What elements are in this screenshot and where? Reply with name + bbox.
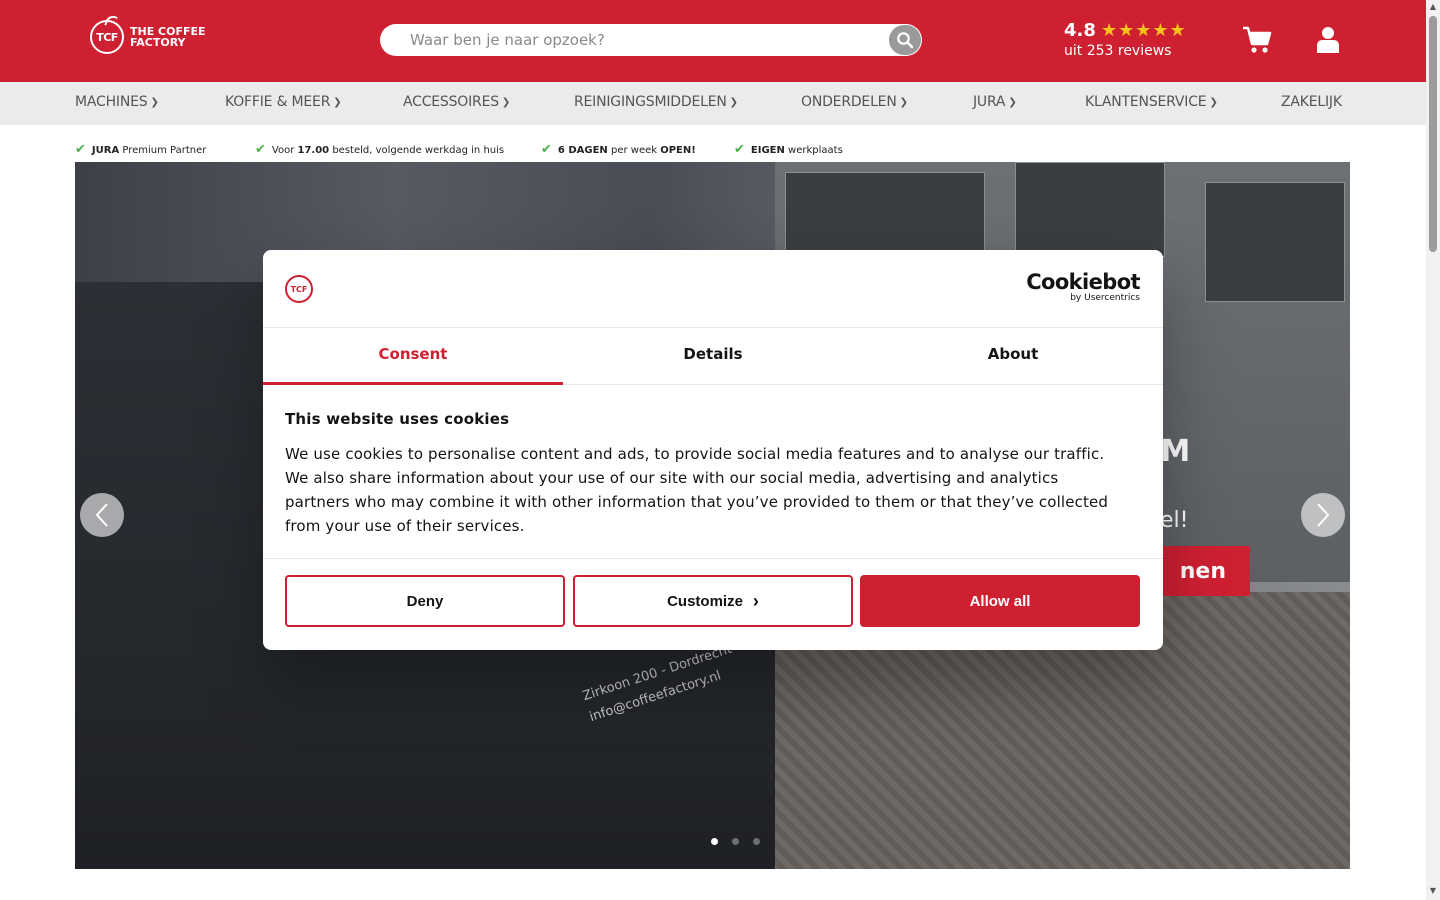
nav-item-machines[interactable]: MACHINES ❯ — [75, 94, 159, 110]
chevron-down-icon: ❯ — [1209, 97, 1218, 108]
nav-item-reinigingsmiddelen[interactable]: REINIGINGSMIDDELEN ❯ — [574, 94, 738, 110]
check-icon: ✔ — [541, 142, 552, 157]
dialog-tabs: Consent Details About — [263, 328, 1163, 385]
building-window — [1015, 162, 1165, 257]
nav-item-klantenservice[interactable]: KLANTENSERVICE ❯ — [1085, 94, 1218, 110]
usp-six-days-open: ✔ 6 DAGEN per week OPEN! — [541, 142, 696, 157]
cookiebot-logo[interactable]: Cookiebot by Usercentrics — [1026, 270, 1140, 303]
main-navigation: MACHINES ❯ KOFFIE & MEER ❯ ACCESSOIRES ❯ RE… — [0, 82, 1426, 125]
nav-item-koffie-meer[interactable]: KOFFIE & MEER ❯ — [225, 94, 342, 110]
dialog-footer: Deny Customize › Allow all — [263, 558, 1163, 650]
logo-text: THE COFFEE FACTORY — [130, 25, 206, 49]
reviews-count: uit 253 reviews — [1064, 43, 1172, 59]
chevron-down-icon: ❯ — [1008, 97, 1017, 108]
chevron-down-icon: ❯ — [899, 97, 908, 108]
logo-mark: TCF — [90, 20, 124, 54]
site-logo-small: TCF — [285, 275, 313, 303]
nav-item-jura[interactable]: JURA ❯ — [973, 94, 1017, 110]
dialog-title: This website uses cookies — [285, 410, 510, 428]
dialog-header: TCF Cookiebot by Usercentrics — [263, 250, 1163, 328]
page-scrollbar[interactable]: ▲ ▼ — [1426, 0, 1440, 900]
scroll-thumb[interactable] — [1429, 16, 1437, 252]
rating-stars: ★★★★★ — [1100, 20, 1187, 41]
user-account-icon[interactable] — [1316, 26, 1340, 58]
carousel-next-button[interactable] — [1301, 493, 1345, 537]
tab-consent[interactable]: Consent — [263, 328, 563, 385]
check-icon: ✔ — [734, 142, 745, 157]
usp-jura-partner: ✔ JURA Premium Partner — [75, 142, 207, 157]
site-logo[interactable]: TCF THE COFFEE FACTORY — [90, 20, 210, 54]
chevron-down-icon: ❯ — [333, 97, 342, 108]
search-icon — [897, 32, 914, 49]
chevron-right-icon — [1317, 503, 1330, 527]
search-button[interactable] — [889, 25, 921, 55]
carousel-prev-button[interactable] — [80, 493, 124, 537]
tab-details[interactable]: Details — [563, 328, 863, 384]
review-rating[interactable]: 4.8 ★★★★★ uit 253 reviews — [1064, 20, 1187, 59]
allow-all-button[interactable]: Allow all — [860, 575, 1140, 627]
check-icon: ✔ — [255, 142, 266, 157]
check-icon: ✔ — [75, 142, 86, 157]
nav-item-zakelijk[interactable]: ZAKELIJK — [1281, 94, 1342, 110]
rating-score: 4.8 — [1064, 20, 1096, 41]
carousel-dots — [711, 838, 760, 845]
usp-next-day-delivery: ✔ Voor 17.00 besteld, volgende werkdag in… — [255, 142, 505, 157]
tab-about[interactable]: About — [863, 328, 1163, 384]
nav-item-onderdelen[interactable]: ONDERDELEN ❯ — [801, 94, 908, 110]
hero-cta-button[interactable]: nen — [1150, 546, 1250, 596]
nav-item-accessoires[interactable]: ACCESSOIRES ❯ — [403, 94, 510, 110]
scroll-down-arrow[interactable]: ▼ — [1429, 887, 1437, 895]
carousel-dot[interactable] — [732, 838, 739, 845]
scroll-up-arrow[interactable]: ▲ — [1429, 3, 1437, 11]
usp-own-workshop: ✔ EIGEN werkplaats — [734, 142, 843, 157]
cart-icon[interactable] — [1242, 26, 1272, 58]
dialog-description: We use cookies to personalise content an… — [285, 445, 1109, 535]
chevron-down-icon: ❯ — [729, 97, 738, 108]
deny-button[interactable]: Deny — [285, 575, 565, 627]
search-bar — [380, 24, 922, 56]
chevron-down-icon: ❯ — [501, 97, 511, 108]
carousel-dot[interactable] — [711, 838, 718, 845]
search-input[interactable] — [410, 24, 870, 56]
chevron-down-icon: ❯ — [150, 97, 159, 108]
site-header: TCF THE COFFEE FACTORY 4.8 ★★★★★ uit 253… — [0, 0, 1426, 82]
dialog-body: This website uses cookies We use cookies… — [285, 410, 1125, 538]
carousel-dot[interactable] — [753, 838, 760, 845]
chevron-right-icon: › — [752, 591, 759, 611]
chevron-left-icon — [95, 503, 108, 527]
building-window — [1205, 182, 1345, 302]
hero-subtitle: el! — [1160, 508, 1189, 533]
cookie-consent-dialog: TCF Cookiebot by Usercentrics Consent De… — [263, 250, 1163, 650]
customize-button[interactable]: Customize › — [573, 575, 853, 627]
